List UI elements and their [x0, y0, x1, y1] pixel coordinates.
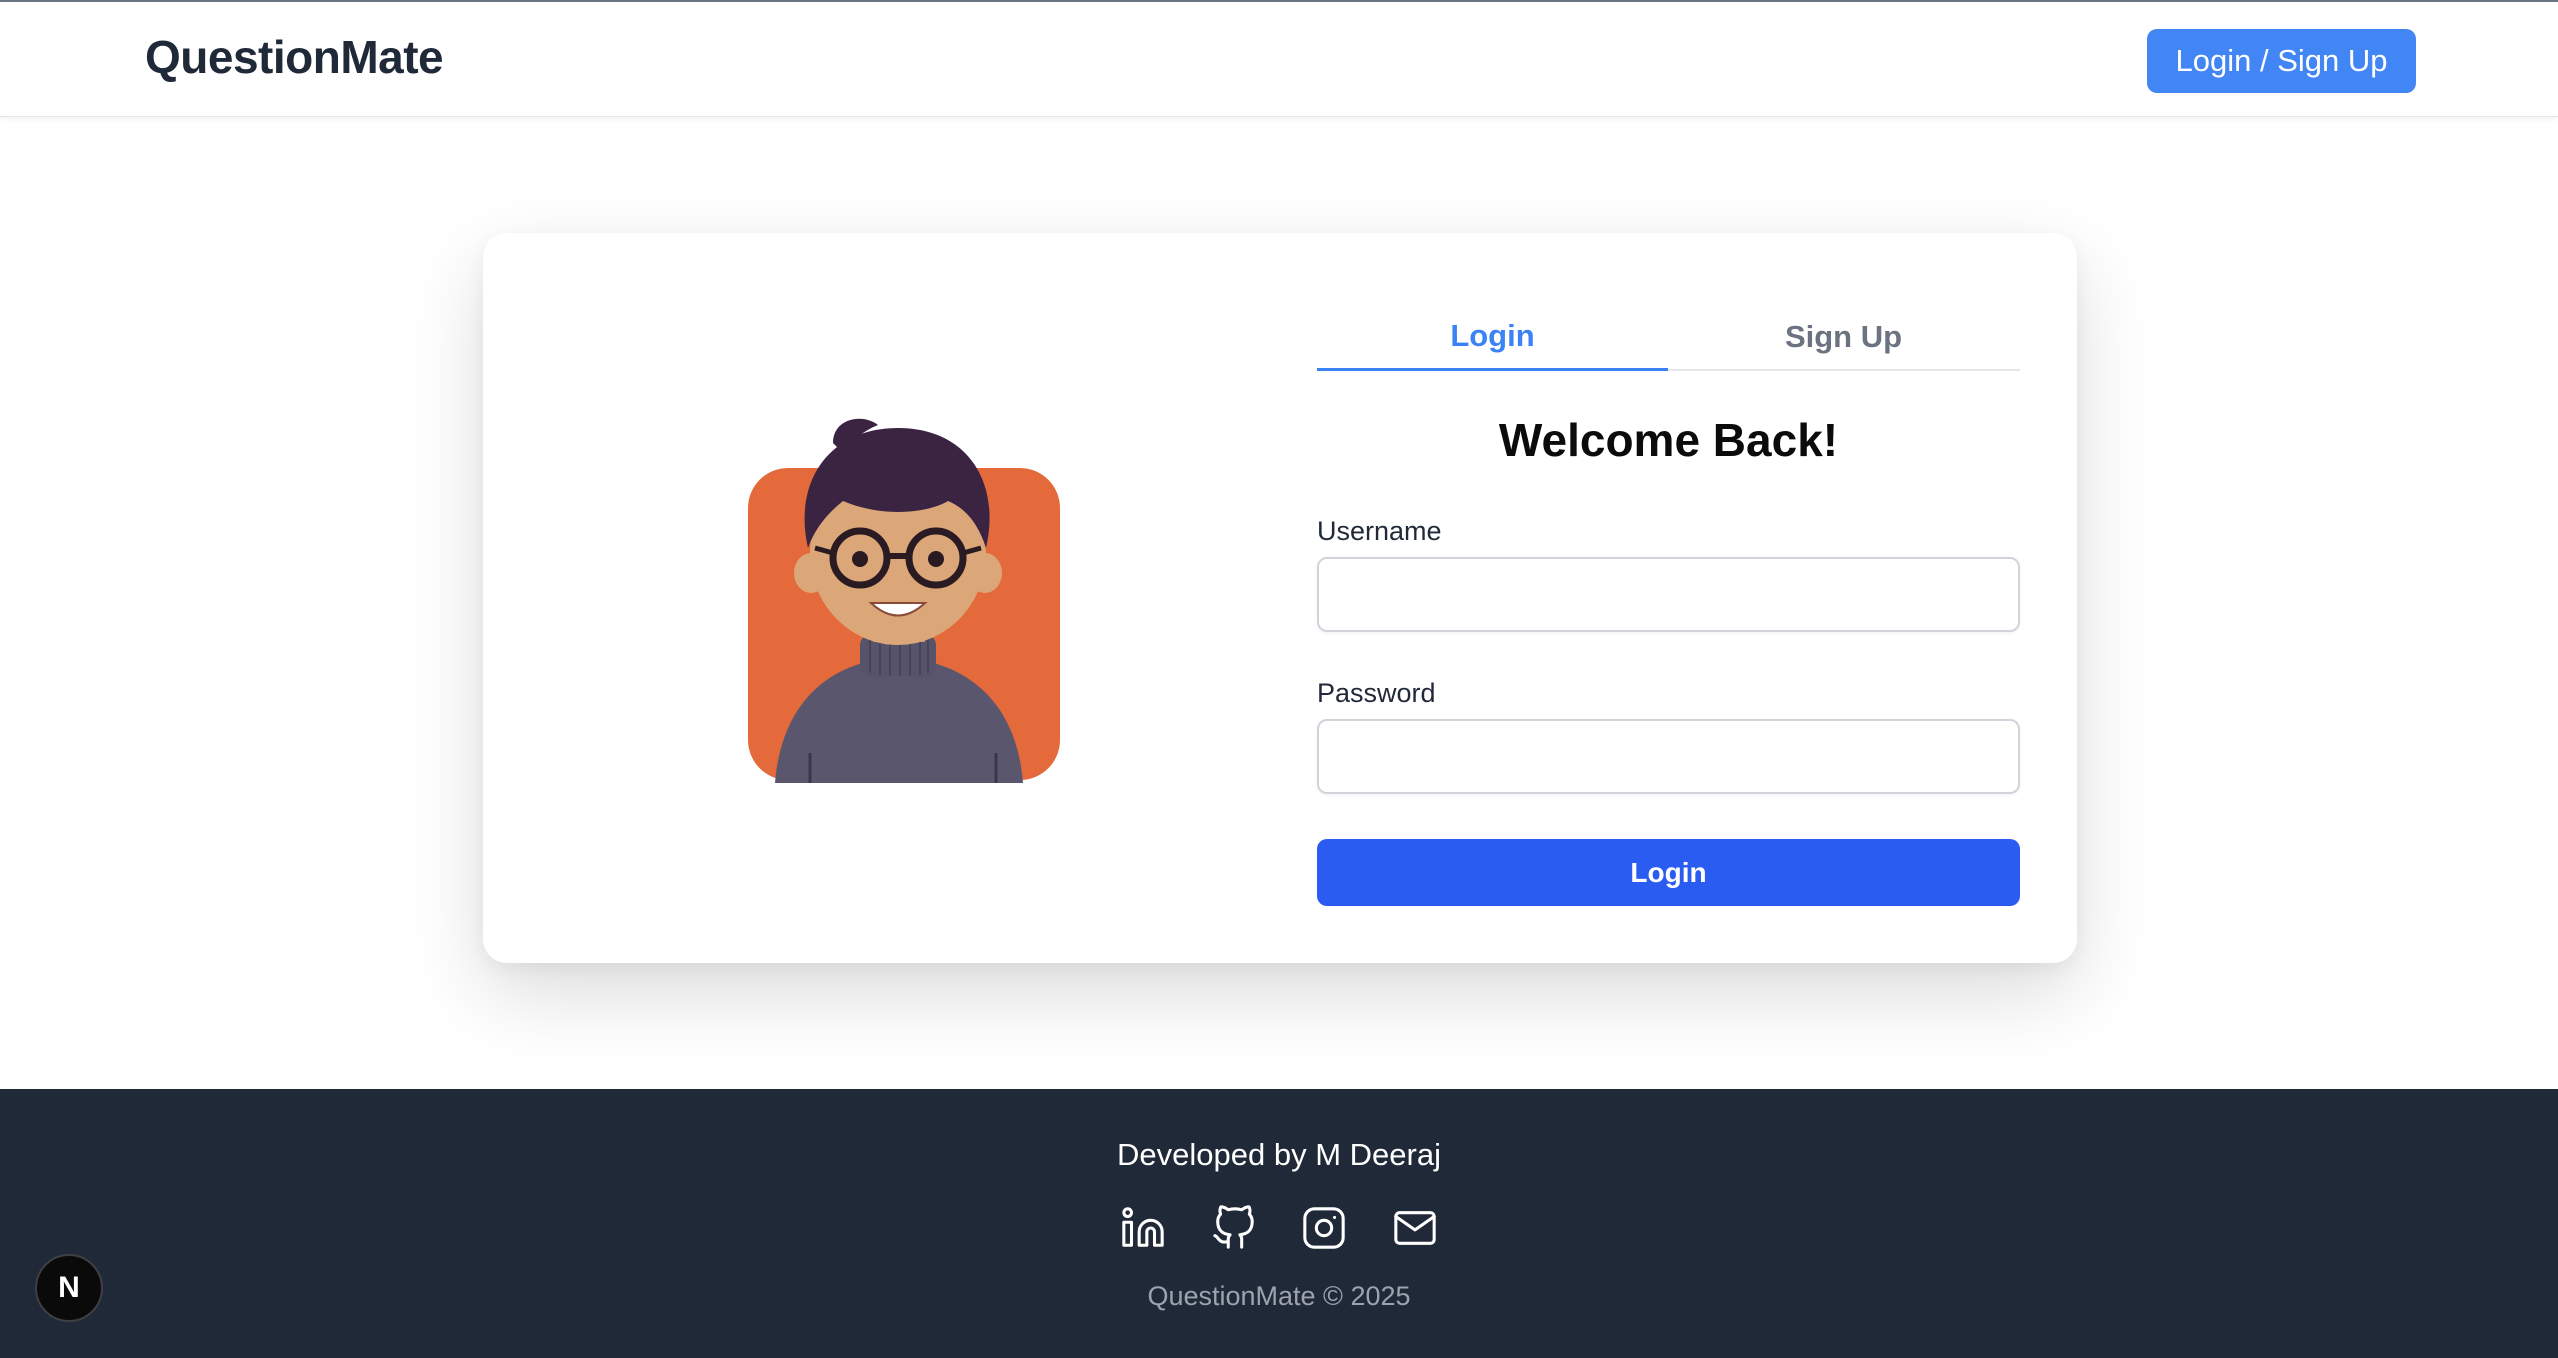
mail-icon[interactable]	[1391, 1204, 1439, 1252]
login-submit-button[interactable]: Login	[1317, 839, 2020, 906]
username-label: Username	[1317, 516, 1442, 546]
avatar-illustration	[748, 418, 1060, 783]
auth-card: Login Sign Up Welcome Back! Username Pas…	[483, 233, 2077, 963]
linkedin-icon[interactable]	[1119, 1204, 1167, 1252]
login-signup-button[interactable]: Login / Sign Up	[2147, 29, 2416, 93]
tab-login[interactable]: Login	[1317, 303, 1668, 371]
auth-tabs: Login Sign Up	[1317, 303, 2020, 371]
developer-credit: Developed by M Deeraj	[1117, 1137, 1441, 1172]
footer: Developed by M Deeraj QuestionMate © 202…	[0, 1089, 2558, 1358]
username-input[interactable]	[1317, 557, 2020, 632]
social-links	[1119, 1203, 1439, 1253]
page: QuestionMate Login / Sign Up Login Sign …	[0, 0, 2558, 1358]
github-icon[interactable]	[1210, 1204, 1258, 1252]
welcome-heading: Welcome Back!	[1498, 414, 1839, 466]
password-input[interactable]	[1317, 719, 2020, 794]
brand-logo[interactable]: QuestionMate	[145, 30, 444, 84]
instagram-icon[interactable]	[1300, 1204, 1348, 1252]
tab-signup[interactable]: Sign Up	[1668, 303, 2019, 371]
copyright-text: QuestionMate © 2025	[1147, 1281, 1411, 1311]
dev-tools-badge[interactable]: N	[35, 1254, 103, 1322]
top-navbar: QuestionMate Login / Sign Up	[0, 0, 2558, 117]
password-label: Password	[1317, 678, 1436, 708]
